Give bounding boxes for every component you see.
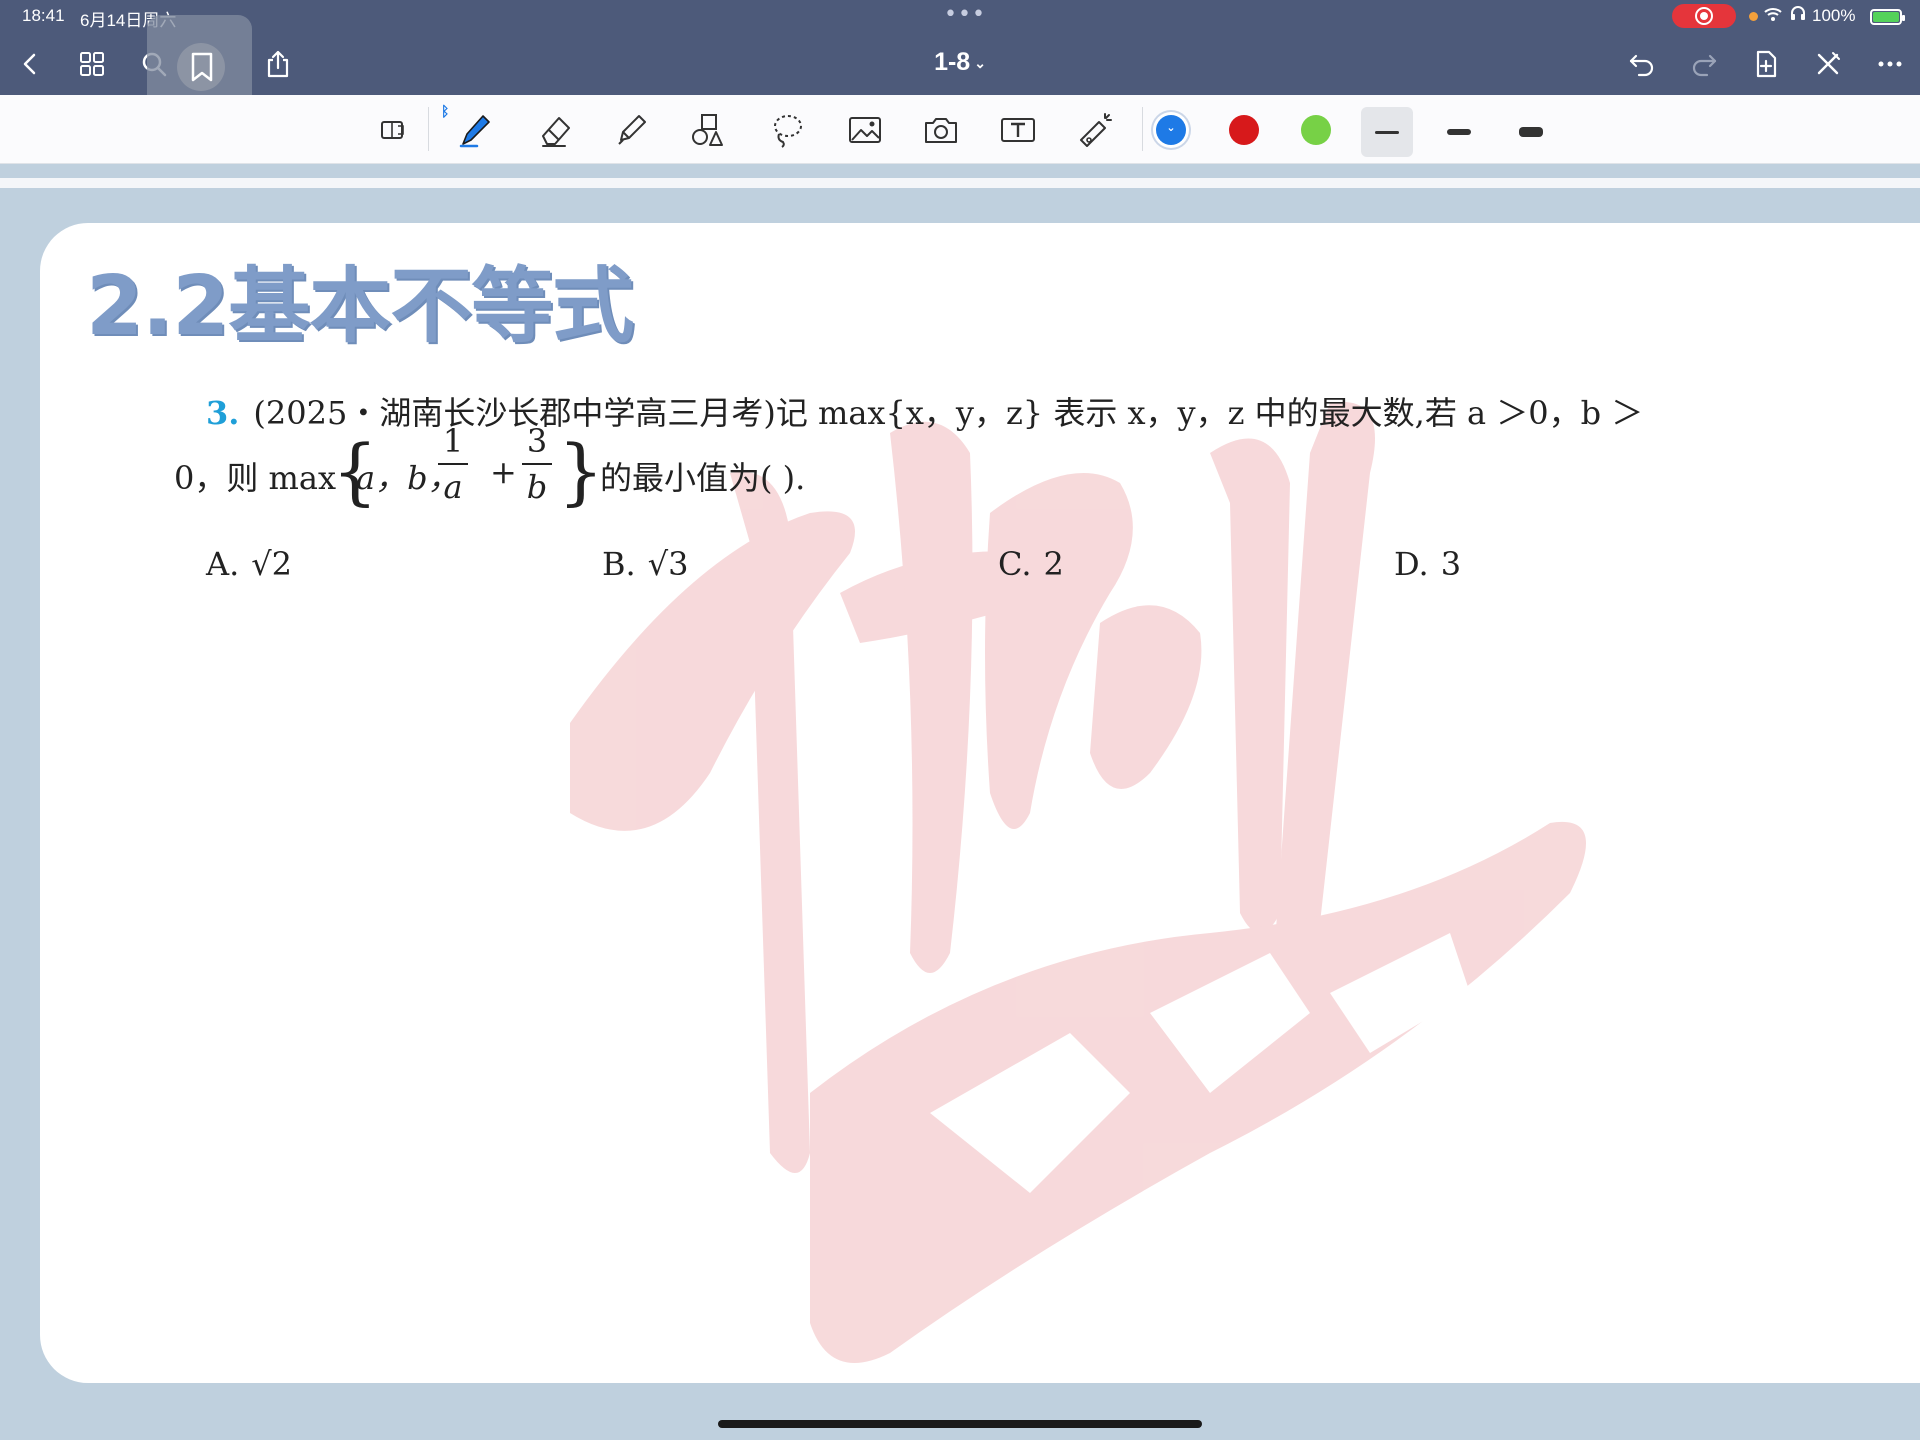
option-b[interactable]: B. √3	[602, 545, 688, 583]
toolbar-divider	[1142, 107, 1143, 151]
stroke-thin-icon	[1375, 130, 1399, 134]
share-button[interactable]	[258, 44, 298, 84]
lasso-tool[interactable]	[762, 105, 812, 155]
option-value: 3	[1440, 545, 1462, 583]
option-value: √3	[647, 545, 689, 583]
multitasking-dots-icon[interactable]: •••	[944, 2, 986, 27]
redo-button[interactable]	[1684, 44, 1724, 84]
laser-pointer-tool[interactable]	[1070, 105, 1120, 155]
fraction-numerator: 1	[442, 422, 464, 460]
question-stem-prefix: 0，则 max	[174, 459, 337, 497]
question-line-1: 3. (2025・湖南长沙长郡中学高三月考)记 max{x，y，z} 表示 x，y…	[206, 388, 1643, 434]
eraser-icon	[542, 117, 570, 147]
add-page-icon	[1756, 50, 1777, 78]
laser-pointer-icon	[1080, 113, 1112, 147]
bluetooth-icon: ᛒ	[441, 104, 450, 120]
mic-in-use-indicator	[1749, 12, 1758, 21]
undo-icon	[1629, 54, 1654, 77]
color-swatch-green[interactable]	[1301, 115, 1331, 145]
document-title-menu[interactable]: 1-8 ⌄	[900, 48, 1020, 77]
option-label: C.	[998, 545, 1032, 583]
watermark-logo	[570, 401, 1586, 1363]
pen-tool[interactable]	[450, 105, 500, 155]
option-value: √2	[251, 545, 293, 583]
fraction-bar	[438, 463, 468, 465]
image-tool[interactable]	[840, 105, 890, 155]
add-page-button[interactable]	[1746, 44, 1786, 84]
eraser-tool[interactable]	[530, 105, 580, 155]
chevron-down-icon: ⌄	[974, 54, 986, 71]
highlighter-icon	[618, 115, 646, 145]
shapes-tool[interactable]	[683, 105, 733, 155]
top-bar: 18:41 6月14日周六 ••• 100% 1-8 ⌄	[0, 0, 1920, 120]
text-tool[interactable]	[993, 105, 1043, 155]
headphones-icon	[1790, 5, 1806, 25]
battery-icon	[1870, 9, 1905, 25]
chevron-down-icon: ⌄	[1166, 121, 1176, 134]
lasso-icon	[774, 115, 802, 148]
image-icon	[849, 117, 881, 143]
stroke-width-thin[interactable]	[1361, 107, 1413, 157]
camera-tool[interactable]	[916, 105, 966, 155]
color-swatch-red[interactable]	[1229, 115, 1259, 145]
record-dot	[1700, 12, 1708, 20]
document-title: 1-8	[934, 48, 971, 76]
toolbar-divider	[428, 107, 429, 151]
read-only-mode-button[interactable]	[368, 105, 418, 155]
option-d[interactable]: D. 3	[1394, 545, 1461, 583]
status-time: 18:41	[22, 6, 65, 25]
wifi-icon	[1764, 6, 1782, 25]
close-pen-icon	[1817, 52, 1840, 75]
highlighter-tool[interactable]	[606, 105, 656, 155]
camera-icon	[925, 118, 957, 143]
option-a[interactable]: A. √2	[206, 545, 292, 583]
thumbnails-button[interactable]	[72, 44, 112, 84]
chevron-left-icon	[23, 53, 36, 75]
home-indicator[interactable]	[718, 1420, 1202, 1428]
question-stem-suffix: 的最小值为( ).	[600, 459, 806, 497]
stroke-width-medium[interactable]	[1433, 107, 1485, 157]
more-button[interactable]	[1870, 44, 1910, 84]
battery-percent: 100%	[1812, 6, 1856, 25]
right-brace: }	[558, 429, 604, 513]
fraction-three-over-b: 3 b	[522, 423, 552, 505]
back-button[interactable]	[10, 44, 50, 84]
color-swatch-blue[interactable]: ⌄	[1156, 115, 1186, 145]
fraction-denominator: a	[443, 468, 463, 506]
ellipsis-icon	[1878, 61, 1902, 67]
option-value: 2	[1043, 545, 1064, 583]
option-label: A.	[206, 545, 240, 583]
fraction-denominator: b	[526, 468, 548, 506]
option-c[interactable]: C. 2	[998, 545, 1064, 583]
question-number: 3.	[206, 394, 240, 432]
shapes-icon	[692, 114, 723, 146]
chapter-title: 2.2基本不等式	[86, 259, 634, 354]
share-icon	[267, 50, 289, 78]
document-page[interactable]: 2.2基本不等式 3. (2025・湖南长沙长郡中学高三月考)记 max{x，y，…	[40, 223, 1920, 1383]
screen-recording-indicator[interactable]	[1672, 4, 1736, 28]
redo-icon	[1692, 54, 1717, 77]
stroke-medium-icon	[1447, 129, 1471, 135]
read-mode-icon	[381, 121, 404, 139]
plus-sign: +	[490, 453, 517, 491]
option-label: B.	[602, 545, 636, 583]
stroke-width-thick[interactable]	[1505, 107, 1557, 157]
fraction-one-over-a: 1 a	[438, 423, 468, 505]
previous-page-edge	[0, 178, 1920, 188]
stroke-thick-icon	[1519, 127, 1543, 137]
tools-toolbar: ᛒ ⌄	[0, 95, 1920, 164]
close-edit-button[interactable]	[1808, 44, 1848, 84]
fraction-numerator: 3	[526, 422, 548, 460]
pen-icon	[459, 115, 490, 148]
option-label: D.	[1394, 545, 1429, 583]
fraction-bar	[522, 463, 552, 465]
bookmark-icon	[191, 52, 213, 82]
undo-button[interactable]	[1622, 44, 1662, 84]
grid-icon	[80, 52, 104, 76]
text-box-icon	[1001, 118, 1035, 142]
